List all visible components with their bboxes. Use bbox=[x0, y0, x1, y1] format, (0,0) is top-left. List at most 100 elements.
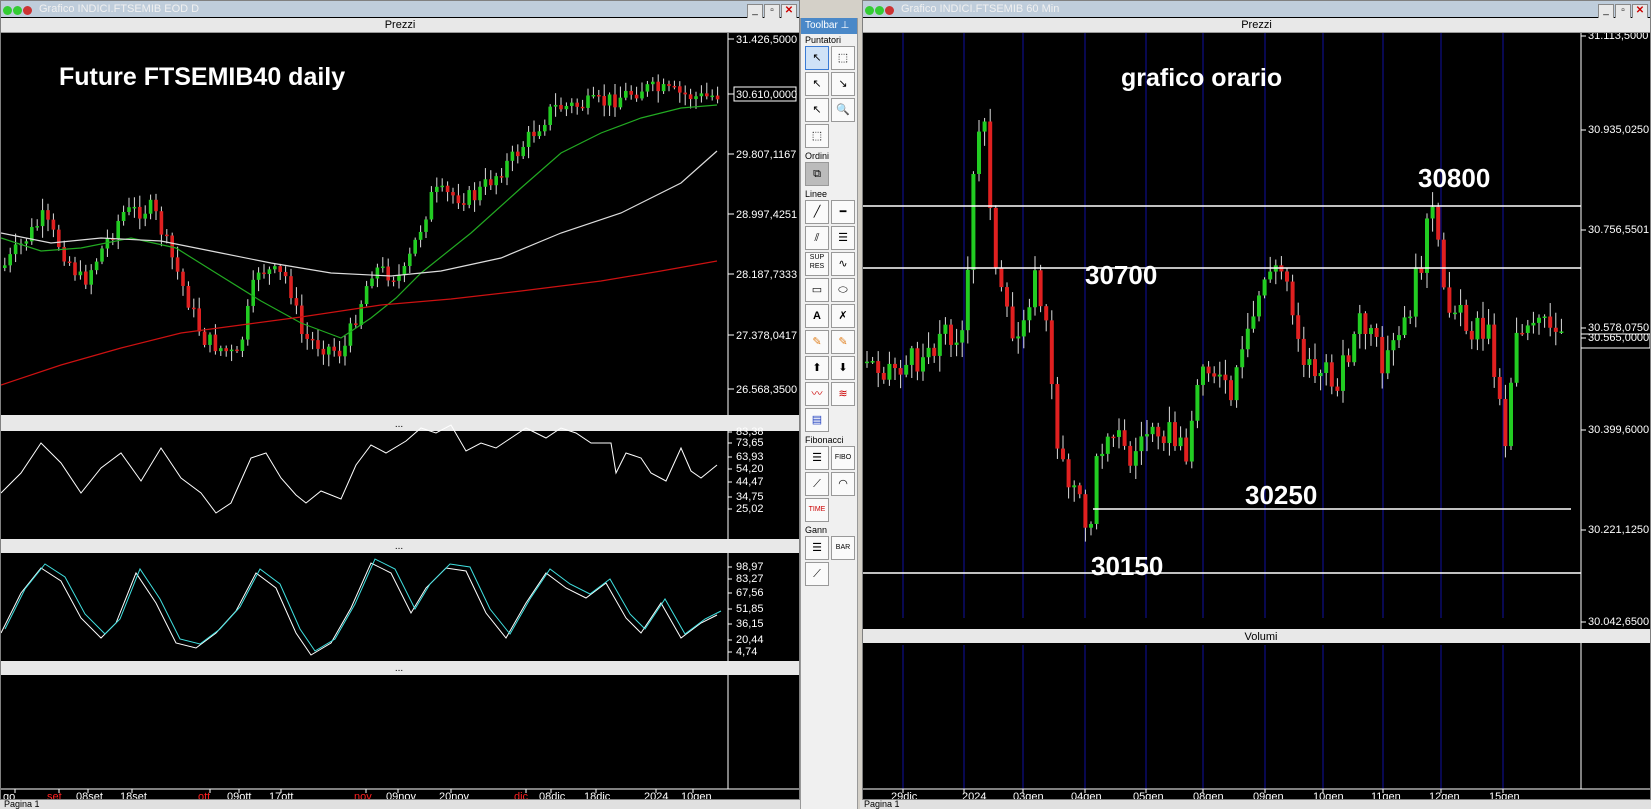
candle bbox=[121, 205, 126, 226]
parallel-lines-icon[interactable]: ☰ bbox=[831, 226, 855, 250]
candle-body bbox=[881, 372, 886, 380]
cross-lines-icon[interactable]: ✗ bbox=[831, 304, 855, 328]
pencil-icon[interactable]: ✎ bbox=[805, 330, 829, 354]
text-icon[interactable]: A bbox=[805, 304, 829, 328]
pointer-arrow-icon[interactable]: ↖ bbox=[805, 46, 829, 70]
candle-body bbox=[949, 324, 953, 345]
candle-body bbox=[46, 210, 50, 220]
candle-body bbox=[159, 211, 164, 235]
right-window-titlebar[interactable]: Grafico INDICI.FTSEMIB 60 Min _ ▫ ✕ bbox=[863, 1, 1650, 19]
pointer-move-icon[interactable]: ↖ bbox=[805, 98, 829, 122]
candle-body bbox=[1111, 436, 1116, 439]
ma-slow-line bbox=[1, 260, 718, 386]
candle bbox=[656, 74, 660, 103]
hourly-candle bbox=[1066, 453, 1071, 499]
hourly-candle bbox=[865, 350, 869, 368]
fibo-retracement-icon[interactable]: ☰ bbox=[805, 446, 829, 470]
candle-body bbox=[1369, 328, 1373, 335]
candle-body bbox=[478, 186, 482, 201]
ellipse-icon[interactable]: ⬭ bbox=[831, 278, 855, 302]
wave-icon[interactable]: 〰 bbox=[805, 382, 829, 406]
support-resistance-icon[interactable]: SUP RES bbox=[805, 252, 829, 276]
candle-body bbox=[256, 272, 261, 280]
hourly-candle bbox=[1184, 428, 1189, 465]
hourly-candle bbox=[1077, 482, 1082, 499]
pin-icon[interactable]: ⊥ bbox=[841, 20, 850, 31]
candle-body bbox=[343, 345, 347, 357]
section-orders: Ordini bbox=[805, 151, 830, 161]
fibo-fan-icon[interactable]: ⟋ bbox=[805, 472, 829, 496]
candle-body bbox=[94, 261, 99, 271]
gann-box-icon[interactable]: BAR bbox=[831, 536, 855, 560]
close-button[interactable]: ✕ bbox=[1632, 4, 1648, 19]
left-page-tab[interactable]: Pagina 1 bbox=[0, 799, 40, 809]
fibo-time-icon[interactable]: TIME bbox=[805, 498, 829, 522]
candle-body bbox=[1145, 434, 1149, 437]
candle-body bbox=[1240, 349, 1245, 368]
candle-body bbox=[537, 131, 542, 137]
date-label: set bbox=[47, 791, 62, 799]
arrow-down-icon[interactable]: ⬇ bbox=[831, 356, 855, 380]
right-chart-canvas[interactable]: 31.113,500030.935,025030.756,550130.578,… bbox=[863, 33, 1650, 799]
empty-separator-label: ... bbox=[395, 663, 403, 674]
candle-body bbox=[1021, 320, 1026, 337]
hourly-candle bbox=[1408, 310, 1413, 324]
candle-body bbox=[1475, 317, 1480, 340]
candle-body bbox=[1206, 366, 1211, 374]
crosshair-pointer-icon[interactable]: ↖ bbox=[805, 72, 829, 96]
hourly-candle bbox=[1005, 282, 1009, 317]
candle-body bbox=[1139, 436, 1144, 452]
candle-body bbox=[1425, 218, 1429, 273]
gann-grid-icon[interactable]: ☰ bbox=[805, 536, 829, 560]
candle bbox=[370, 271, 374, 289]
candle-body bbox=[510, 151, 515, 161]
wave-alt-icon[interactable]: ≋ bbox=[831, 382, 855, 406]
rectangle-icon[interactable]: ▭ bbox=[805, 278, 829, 302]
hourly-candle bbox=[1033, 256, 1037, 316]
zoom-icon[interactable]: 🔍 bbox=[831, 98, 855, 122]
candle-body bbox=[1329, 362, 1334, 387]
hourly-candle bbox=[1363, 311, 1368, 350]
candle-body bbox=[224, 348, 228, 352]
gann-fan-icon[interactable]: ⟋ bbox=[805, 562, 829, 586]
left-window-titlebar[interactable]: Grafico INDICI.FTSEMIB EOD D _ ▫ ✕ bbox=[1, 1, 799, 19]
fibo-extension-icon[interactable]: FIBO bbox=[831, 446, 855, 470]
candle bbox=[127, 197, 131, 216]
candle-body bbox=[1497, 376, 1502, 399]
minimize-button[interactable]: _ bbox=[1598, 4, 1614, 19]
toolbar-header[interactable]: Toolbar ⊥ bbox=[801, 18, 857, 34]
right-chart-window[interactable]: Grafico INDICI.FTSEMIB 60 Min _ ▫ ✕ Prezzi… bbox=[862, 0, 1651, 800]
pencil-alt-icon[interactable]: ✎ bbox=[831, 330, 855, 354]
restore-button[interactable]: ▫ bbox=[1615, 4, 1631, 19]
date-label: 08dic bbox=[539, 791, 566, 799]
date-label: go bbox=[3, 791, 15, 799]
trendline-icon[interactable]: ╱ bbox=[805, 200, 829, 224]
candle bbox=[516, 144, 520, 164]
candle-body bbox=[971, 173, 976, 270]
pointer-plus-icon[interactable]: ↘ bbox=[831, 72, 855, 96]
fibo-arc-icon[interactable]: ◠ bbox=[831, 472, 855, 496]
minimize-button[interactable]: _ bbox=[747, 4, 763, 19]
polyline-icon[interactable]: ∿ bbox=[831, 252, 855, 276]
restore-button[interactable]: ▫ bbox=[764, 4, 780, 19]
horizontal-line-icon[interactable]: ━ bbox=[831, 200, 855, 224]
candle-body bbox=[267, 269, 272, 274]
right-page-tab[interactable]: Pagina 1 bbox=[860, 799, 900, 809]
left-chart-canvas[interactable]: 31.426,5000 30.610,0000 29.807,1167 28.997,… bbox=[1, 33, 799, 799]
hourly-candle bbox=[932, 343, 937, 363]
date-label: nov bbox=[354, 791, 372, 799]
arrow-up-icon[interactable]: ⬆ bbox=[805, 356, 829, 380]
candle bbox=[667, 80, 671, 92]
candle-body bbox=[35, 226, 39, 228]
candle-body bbox=[1324, 362, 1329, 373]
candle bbox=[607, 92, 612, 116]
order-icon[interactable]: ⧉ bbox=[805, 162, 829, 186]
close-button[interactable]: ✕ bbox=[781, 4, 797, 19]
left-chart-window[interactable]: Grafico INDICI.FTSEMIB EOD D _ ▫ ✕ Prezzi … bbox=[0, 0, 800, 800]
channel-icon[interactable]: ⫽ bbox=[805, 226, 829, 250]
pointer-select-icon[interactable]: ⬚ bbox=[831, 46, 855, 70]
zoom-area-icon[interactable]: ⬚ bbox=[805, 124, 829, 148]
candle-body bbox=[213, 334, 218, 352]
price-panel-label: Prezzi bbox=[384, 19, 416, 31]
flag-icon[interactable]: ▤ bbox=[805, 408, 829, 432]
